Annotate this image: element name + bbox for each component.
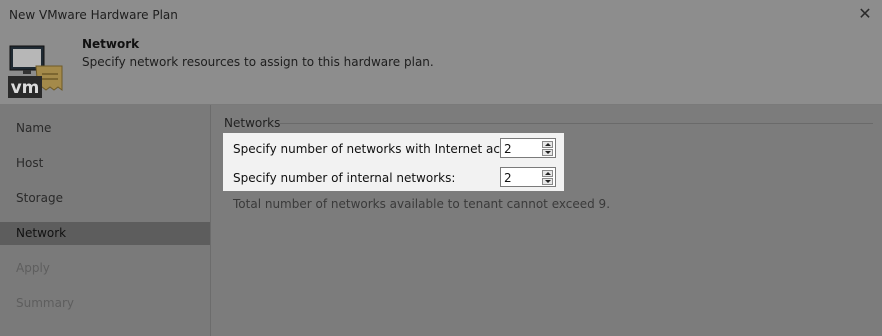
networks-limit-note: Total number of networks available to te…	[233, 197, 611, 211]
logo-text: vm	[11, 78, 40, 98]
internal-networks-input[interactable]	[504, 170, 540, 185]
wizard-header: vm Network Specify network resources to …	[0, 30, 882, 105]
page-title: Network	[82, 37, 140, 51]
internal-networks-stepper[interactable]	[500, 167, 556, 187]
wizard-content: Networks Specify number of networks with…	[211, 105, 882, 336]
sidebar-item-network[interactable]: Network	[0, 222, 210, 245]
sidebar-item-host[interactable]: Host	[0, 152, 210, 175]
sidebar-item-apply: Apply	[16, 261, 50, 275]
title-bar: New VMware Hardware Plan ✕	[0, 0, 882, 30]
sidebar-item-storage[interactable]: Storage	[0, 187, 210, 210]
window-title: New VMware Hardware Plan	[9, 8, 178, 22]
internal-decrement-button[interactable]	[542, 178, 553, 185]
internet-networks-stepper[interactable]	[500, 138, 556, 158]
internet-networks-input[interactable]	[504, 141, 540, 156]
networks-group-label: Networks	[224, 116, 281, 130]
internal-networks-label: Specify number of internal networks:	[233, 171, 456, 185]
internet-decrement-button[interactable]	[542, 149, 553, 156]
internet-increment-button[interactable]	[542, 141, 553, 148]
page-subtitle: Specify network resources to assign to t…	[82, 55, 434, 69]
vmware-logo-icon: vm	[8, 45, 63, 98]
networks-highlight-panel: Specify number of networks with Internet…	[223, 133, 564, 191]
internal-increment-button[interactable]	[542, 170, 553, 177]
sidebar-item-summary: Summary	[16, 296, 74, 310]
group-divider	[280, 123, 873, 124]
sidebar-item-name[interactable]: Name	[0, 117, 210, 140]
internet-networks-label: Specify number of networks with Internet…	[233, 142, 531, 156]
wizard-sidebar: Name Host Storage Network Apply Summary	[0, 105, 211, 336]
close-button[interactable]: ✕	[856, 5, 874, 23]
